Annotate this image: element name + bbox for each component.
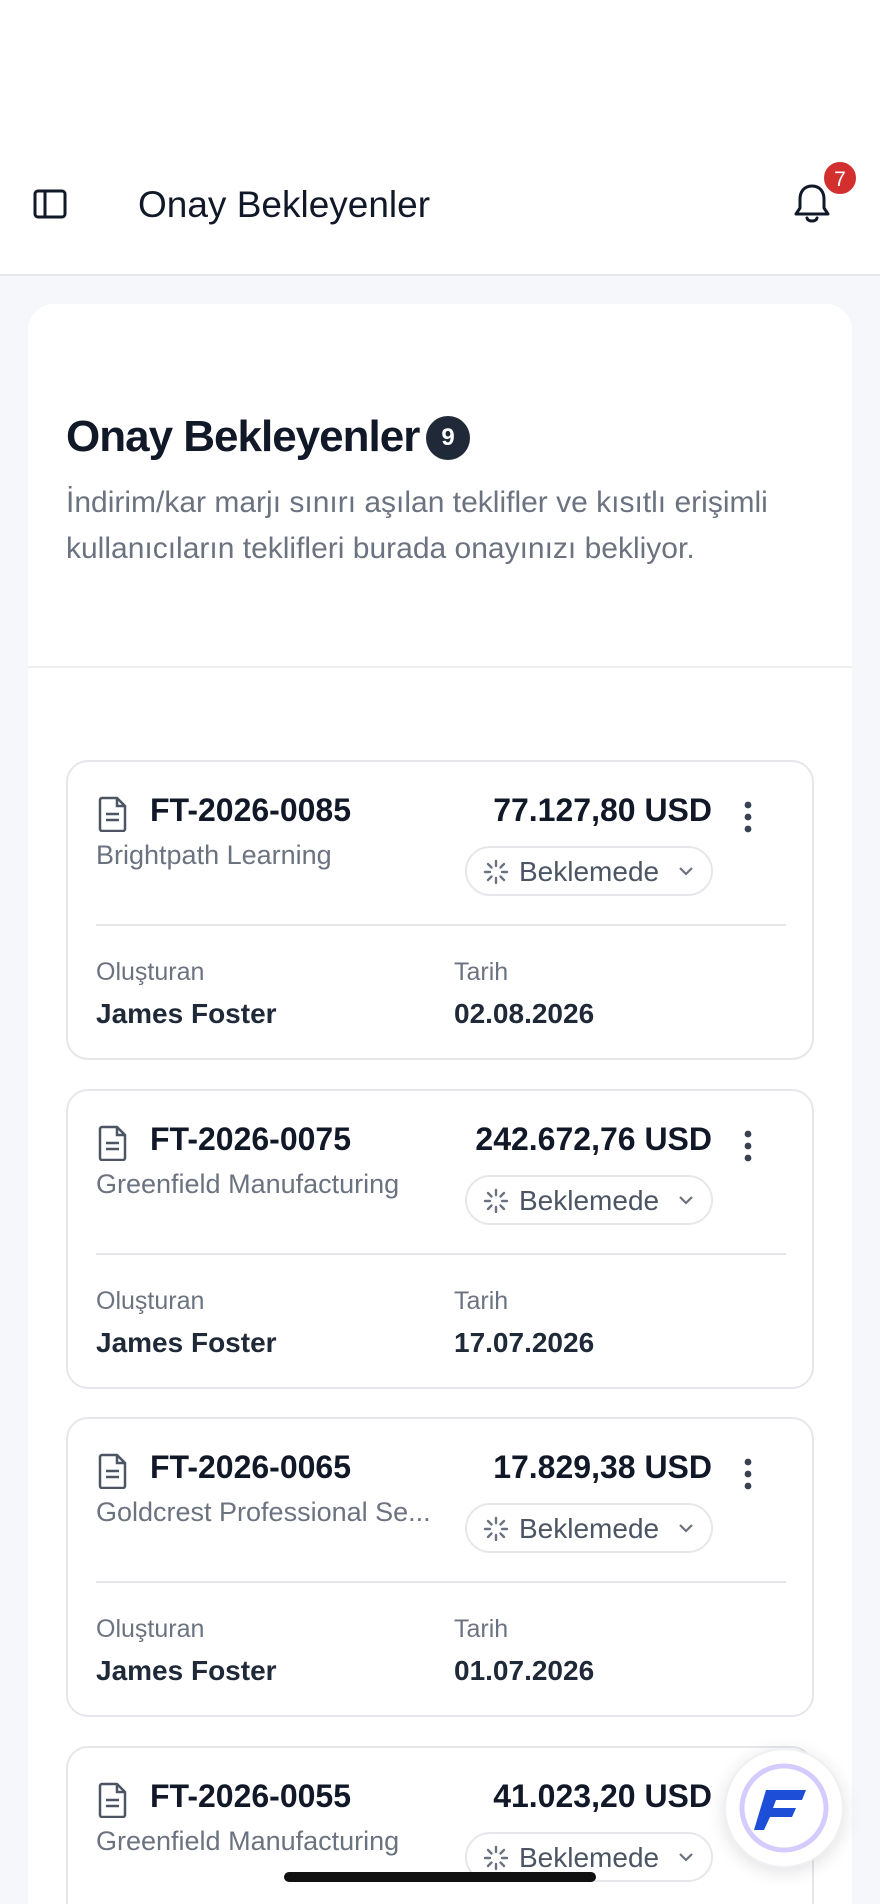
assistant-fab-button[interactable]: [724, 1748, 844, 1868]
offer-customer: Greenfield Manufacturing: [96, 1169, 400, 1199]
card-divider: [96, 924, 786, 926]
offer-id: FT-2026-0075: [150, 1121, 352, 1157]
offer-card[interactable]: FT-2026-0085 Brightpath Learning 77.127,…: [66, 760, 814, 1060]
offer-card[interactable]: FT-2026-0065 Goldcrest Professional Se..…: [66, 1417, 814, 1717]
status-dropdown[interactable]: Beklemede: [465, 846, 713, 896]
offer-card[interactable]: FT-2026-0075 Greenfield Manufacturing 24…: [66, 1089, 814, 1389]
page-description: İndirim/kar marjı sınırı aşılan teklifle…: [66, 486, 768, 565]
status-dropdown[interactable]: Beklemede: [465, 1503, 713, 1553]
loader-icon: [483, 1845, 509, 1871]
chevron-down-icon: [679, 867, 693, 876]
brand-logo-icon: [739, 1763, 829, 1853]
card-divider: [96, 1253, 786, 1255]
count-badge: 9: [426, 416, 470, 460]
sidebar-toggle-icon[interactable]: [32, 186, 68, 222]
offer-customer: Brightpath Learning: [96, 840, 332, 870]
status-label: Beklemede: [519, 1513, 660, 1544]
offer-id: FT-2026-0065: [150, 1449, 352, 1485]
status-label: Beklemede: [519, 856, 660, 887]
offer-customer: Greenfield Manufacturing: [96, 1826, 400, 1856]
status-dropdown[interactable]: Beklemede: [465, 1175, 713, 1225]
offer-amount: 41.023,20 USD: [493, 1778, 712, 1814]
status-label: Beklemede: [519, 1842, 660, 1873]
offer-amount: 17.829,38 USD: [493, 1449, 712, 1485]
creator-value: James Foster: [96, 1655, 277, 1686]
chevron-down-icon: [679, 1196, 693, 1205]
status-label: Beklemede: [519, 1185, 660, 1216]
document-icon: [98, 796, 128, 833]
home-indicator: [284, 1872, 596, 1882]
page-title: Onay Bekleyenler: [66, 412, 420, 461]
creator-label: Oluşturan: [96, 958, 205, 986]
creator-label: Oluşturan: [96, 1615, 205, 1643]
loader-icon: [483, 1516, 509, 1542]
chevron-down-icon: [679, 1524, 693, 1533]
document-icon: [98, 1782, 128, 1819]
panel-header: Onay Bekleyenler 9 İndirim/kar marjı sın…: [28, 304, 852, 668]
more-vertical-icon[interactable]: [742, 1457, 754, 1491]
document-icon: [98, 1125, 128, 1162]
date-value: 01.07.2026: [454, 1655, 595, 1686]
more-vertical-icon[interactable]: [742, 800, 754, 834]
creator-value: James Foster: [96, 998, 277, 1029]
creator-value: James Foster: [96, 1327, 277, 1358]
date-label: Tarih: [454, 1615, 509, 1643]
offer-amount: 77.127,80 USD: [493, 792, 712, 828]
date-value: 02.08.2026: [454, 998, 595, 1029]
date-label: Tarih: [454, 958, 509, 986]
loader-icon: [483, 859, 509, 885]
offer-id: FT-2026-0055: [150, 1778, 352, 1814]
card-divider: [96, 1581, 786, 1583]
document-icon: [98, 1453, 128, 1490]
topbar-title: Onay Bekleyenler: [138, 184, 431, 225]
loader-icon: [483, 1188, 509, 1214]
notification-badge: 7: [822, 160, 858, 196]
top-bar: Onay Bekleyenler 7: [0, 0, 880, 276]
offer-customer: Goldcrest Professional Se...: [96, 1497, 431, 1527]
approvals-panel: Onay Bekleyenler 9 İndirim/kar marjı sın…: [28, 304, 852, 1904]
more-vertical-icon[interactable]: [742, 1129, 754, 1163]
date-value: 17.07.2026: [454, 1327, 595, 1358]
offer-amount: 242.672,76 USD: [475, 1121, 712, 1157]
offer-id: FT-2026-0085: [150, 792, 352, 828]
creator-label: Oluşturan: [96, 1287, 205, 1315]
chevron-down-icon: [679, 1853, 693, 1862]
date-label: Tarih: [454, 1287, 509, 1315]
